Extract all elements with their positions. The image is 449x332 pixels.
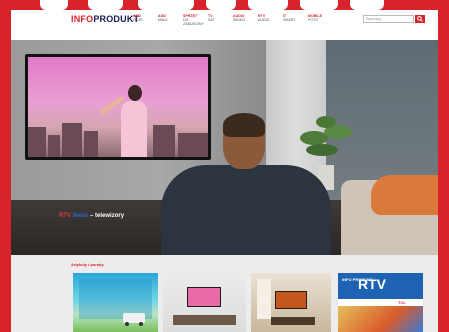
magazine-cover-art	[338, 306, 423, 332]
magazine-strip: TCL	[338, 299, 423, 306]
search-icon	[417, 16, 423, 22]
top-red-band	[0, 0, 449, 10]
site-logo[interactable]: INFOPRODUKT	[71, 14, 139, 36]
woman-head	[128, 85, 142, 101]
nav-item[interactable]: Sprzęt do zabudowy	[183, 14, 204, 38]
man-hair	[223, 113, 265, 137]
nav-item-bottom: audio	[258, 18, 270, 22]
nav-item-bottom: smart	[283, 18, 296, 22]
band-shape	[40, 0, 68, 10]
magazine-cover[interactable]: INFO PRODUKT RTV TCL	[338, 273, 423, 332]
city-building	[153, 125, 175, 157]
man-shoulders	[161, 165, 331, 255]
nav-item[interactable]: Mobile foto	[308, 14, 329, 38]
nav-item[interactable]: RTV audio	[258, 14, 279, 38]
article-card[interactable]	[73, 273, 158, 332]
magazine-title: RTV	[358, 276, 386, 292]
hero-caption[interactable]: RTV News – telewizory	[59, 213, 124, 219]
city-building	[84, 131, 98, 157]
nav-item[interactable]: AGD duże	[133, 14, 154, 38]
band-shape	[248, 0, 288, 10]
hero-caption-text: – telewizory	[88, 213, 125, 219]
articles-heading: Artykuły i porady	[71, 262, 104, 267]
city-building	[62, 123, 82, 157]
nav-item[interactable]: TV SAT	[208, 14, 229, 38]
nav-item[interactable]: Audio wideo	[233, 14, 254, 38]
nav-item-bottom: wideo	[233, 18, 246, 22]
interior-tv-image	[257, 279, 315, 325]
nav-item-bottom: do zabudowy	[183, 18, 204, 26]
nav-item-bottom: SAT	[208, 18, 215, 22]
nav-item[interactable]: IT smart	[283, 14, 304, 38]
nav-item[interactable]: AGD małe	[158, 14, 179, 38]
living-room-image	[173, 287, 236, 325]
site-frame: INFOPRODUKT AGD duże AGD małe Sprzęt do …	[11, 10, 438, 332]
tv-image	[25, 54, 211, 160]
band-shape	[350, 0, 384, 10]
magazine-badge: TCL	[398, 300, 406, 305]
city-building	[28, 127, 46, 157]
article-card[interactable]	[163, 273, 246, 332]
band-shape	[300, 0, 338, 10]
hero-caption-blue: News	[72, 213, 89, 219]
band-shape	[88, 0, 123, 10]
logo-text-left: INFO	[71, 14, 94, 24]
article-card[interactable]	[251, 273, 331, 332]
band-shape	[206, 0, 236, 10]
orange-blanket	[371, 175, 438, 215]
tv-landscape-image	[79, 279, 152, 326]
nav-item-bottom: duże	[133, 18, 143, 22]
search-button[interactable]	[415, 15, 425, 23]
city-building	[48, 135, 60, 157]
search-input[interactable]: Wyszukaj...	[363, 15, 414, 23]
site-header: INFOPRODUKT AGD duże AGD małe Sprzęt do …	[11, 10, 438, 41]
hero-banner[interactable]: RTV News – telewizory	[11, 40, 438, 255]
woman-figure	[121, 101, 147, 157]
articles-section: Artykuły i porady INFO PRODUKT RTV TCL	[11, 255, 438, 332]
city-building	[178, 133, 208, 157]
tv-screen	[28, 57, 208, 157]
band-shape	[138, 0, 194, 10]
nav-item-bottom: małe	[158, 18, 168, 22]
hero-caption-red: RTV	[59, 213, 71, 219]
main-nav: AGD duże AGD małe Sprzęt do zabudowy TV …	[133, 14, 333, 38]
nav-item-bottom: foto	[308, 18, 318, 22]
